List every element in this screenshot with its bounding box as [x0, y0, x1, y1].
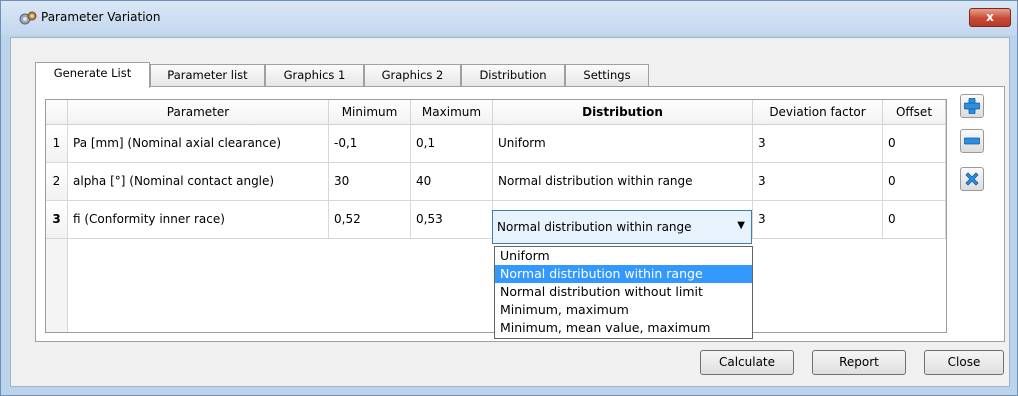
header-offset[interactable]: Offset: [883, 100, 946, 125]
row-number[interactable]: 1: [46, 125, 68, 163]
close-button[interactable]: Close: [924, 350, 1004, 375]
cell-parameter[interactable]: Pa [mm] (Nominal axial clearance): [68, 125, 329, 163]
delete-icon: [965, 172, 979, 186]
add-row-button[interactable]: [960, 94, 984, 118]
row-number-current[interactable]: 3: [46, 201, 68, 239]
cell-parameter[interactable]: alpha [°] (Nominal contact angle): [68, 163, 329, 201]
cell-distribution[interactable]: Normal distribution within range: [493, 163, 753, 201]
cell-minimum[interactable]: 30: [329, 163, 411, 201]
row-header-filler: [46, 239, 68, 332]
distribution-dropdown-list: Uniform Normal distribution within range…: [494, 246, 753, 339]
cell-offset[interactable]: 0: [883, 163, 946, 201]
delete-all-button[interactable]: [960, 167, 984, 191]
cell-deviation-factor[interactable]: 3: [753, 163, 883, 201]
parameter-variation-window: Parameter Variation x Generate List Para…: [0, 0, 1018, 396]
close-icon: x: [986, 10, 994, 24]
cell-offset[interactable]: 0: [883, 125, 946, 163]
cell-minimum[interactable]: -0,1: [329, 125, 411, 163]
dropdown-option[interactable]: Uniform: [495, 247, 752, 265]
calculate-button[interactable]: Calculate: [700, 350, 794, 375]
cell-deviation-factor[interactable]: 3: [753, 125, 883, 163]
tab-graphics-1[interactable]: Graphics 1: [265, 64, 364, 87]
header-parameter[interactable]: Parameter: [68, 100, 329, 125]
header-deviation-factor[interactable]: Deviation factor: [753, 100, 883, 125]
cell-parameter[interactable]: fi (Conformity inner race): [68, 201, 329, 239]
remove-row-button[interactable]: [960, 129, 984, 153]
cell-maximum[interactable]: 40: [411, 163, 493, 201]
combobox-value: Normal distribution within range: [497, 220, 692, 234]
dropdown-option[interactable]: Normal distribution without limit: [495, 283, 752, 301]
cell-deviation-factor[interactable]: 3: [753, 201, 883, 239]
header-distribution[interactable]: Distribution: [493, 100, 753, 125]
tab-parameter-list[interactable]: Parameter list: [150, 64, 265, 87]
window-title: Parameter Variation: [41, 10, 161, 24]
distribution-combobox[interactable]: Normal distribution within range ▼: [492, 210, 752, 244]
window-close-button[interactable]: x: [969, 8, 1011, 27]
row-number[interactable]: 2: [46, 163, 68, 201]
dropdown-option[interactable]: Minimum, maximum: [495, 301, 752, 319]
report-button[interactable]: Report: [812, 350, 906, 375]
cell-maximum[interactable]: 0,1: [411, 125, 493, 163]
add-icon: [964, 98, 980, 114]
dropdown-option-selected[interactable]: Normal distribution within range: [495, 265, 752, 283]
cell-maximum[interactable]: 0,53: [411, 201, 493, 239]
remove-icon: [964, 137, 980, 145]
tab-generate-list[interactable]: Generate List: [35, 62, 150, 88]
header-maximum[interactable]: Maximum: [411, 100, 493, 125]
header-minimum[interactable]: Minimum: [329, 100, 411, 125]
header-corner: [46, 100, 68, 125]
tab-distribution[interactable]: Distribution: [461, 64, 565, 87]
cell-distribution[interactable]: Uniform: [493, 125, 753, 163]
chevron-down-icon[interactable]: ▼: [737, 220, 745, 231]
title-bar[interactable]: Parameter Variation x: [1, 1, 1017, 35]
app-gear-icon: [19, 11, 37, 25]
cell-offset[interactable]: 0: [883, 201, 946, 239]
tab-settings[interactable]: Settings: [565, 64, 649, 87]
dropdown-option[interactable]: Minimum, mean value, maximum: [495, 319, 752, 337]
tab-graphics-2[interactable]: Graphics 2: [364, 64, 461, 87]
cell-minimum[interactable]: 0,52: [329, 201, 411, 239]
